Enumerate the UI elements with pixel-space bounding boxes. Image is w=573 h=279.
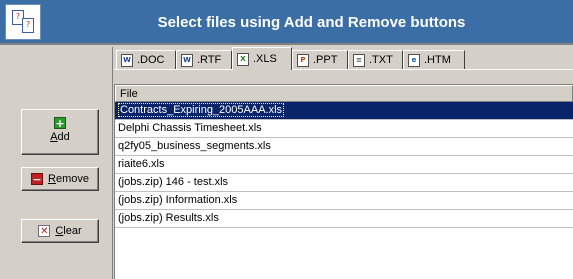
tab-doc[interactable]: W .DOC	[116, 50, 176, 69]
documents-icon: ? ?	[5, 4, 41, 40]
header-banner: ? ? Select files using Add and Remove bu…	[0, 0, 573, 45]
remove-button-label: Remove	[48, 173, 89, 185]
file-row[interactable]: q2fy05_business_segments.xls	[115, 138, 573, 156]
tab-divider	[114, 69, 573, 70]
file-row[interactable]: (jobs.zip) Results.xls	[115, 210, 573, 228]
add-button[interactable]: + Add	[21, 109, 99, 155]
remove-button[interactable]: − Remove	[21, 167, 99, 191]
file-row[interactable]: (jobs.zip) Information.xls	[115, 192, 573, 210]
html-icon: e	[408, 53, 420, 67]
clear-button[interactable]: ✕ Clear	[21, 219, 99, 243]
clear-x-icon: ✕	[38, 225, 51, 237]
word-rtf-icon: W	[181, 53, 193, 67]
tab-htm[interactable]: e .HTM	[403, 50, 465, 69]
excel-icon: X	[237, 52, 249, 66]
file-row[interactable]: riaite6.xls	[115, 156, 573, 174]
tab-ppt[interactable]: P .PPT	[292, 50, 348, 69]
column-header-file[interactable]: File	[115, 85, 573, 102]
word-doc-icon: W	[121, 53, 133, 67]
document-icon: ?	[22, 18, 34, 33]
minus-icon: −	[31, 173, 43, 186]
tab-rtf[interactable]: W .RTF	[176, 50, 232, 69]
text-file-icon: ≡	[353, 53, 365, 67]
powerpoint-icon: P	[297, 53, 309, 67]
file-row[interactable]: (jobs.zip) 146 - test.xls	[115, 174, 573, 192]
clear-button-label: Clear	[55, 225, 82, 237]
header-title: Select files using Add and Remove button…	[157, 14, 466, 31]
tab-txt[interactable]: ≡ .TXT	[348, 50, 403, 69]
button-panel: + Add − Remove ✕ Clear	[0, 47, 113, 279]
file-row[interactable]: Delphi Chassis Timesheet.xls	[115, 120, 573, 138]
file-type-tabs: W .DOC W .RTF X .XLS P .PPT ≡ .TXT e .HT…	[114, 47, 573, 70]
file-row[interactable]: Contracts_Expiring_2005AAA.xls	[115, 102, 573, 120]
file-list[interactable]: File Contracts_Expiring_2005AAA.xls Delp…	[114, 84, 573, 279]
tab-xls[interactable]: X .XLS	[232, 47, 292, 70]
add-button-label: Add	[50, 131, 70, 143]
plus-icon: +	[54, 117, 66, 130]
